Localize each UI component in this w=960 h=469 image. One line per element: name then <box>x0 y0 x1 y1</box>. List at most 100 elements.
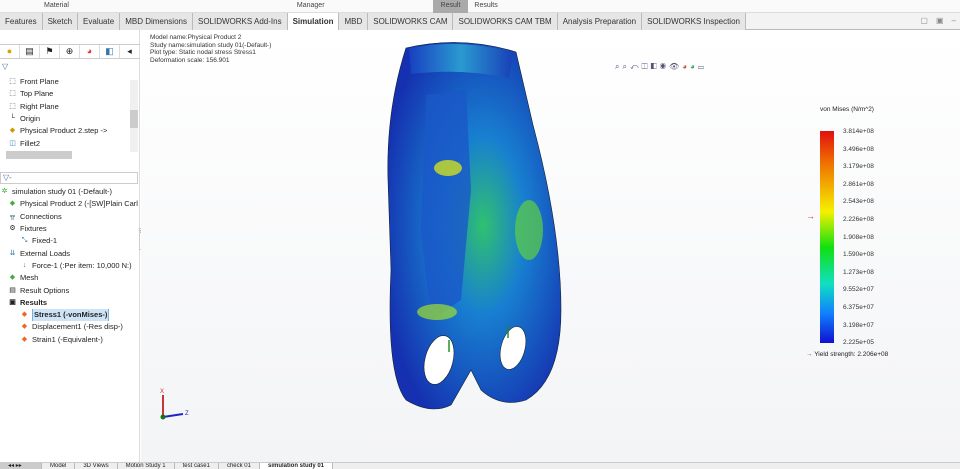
plot-icon: ◆ <box>21 311 28 319</box>
legend-tick-label: 2.225e+05 <box>843 339 874 347</box>
tab-cam-tbm[interactable]: SOLIDWORKS CAM TBM <box>453 13 558 30</box>
tile-icon[interactable]: ▢ <box>920 16 928 25</box>
hide-show-icon[interactable]: 👁 <box>669 62 682 71</box>
plot-info: Model name:Physical Product 2 Study name… <box>150 34 271 64</box>
scroll-left-icon[interactable]: ◂ <box>120 45 140 58</box>
result-button[interactable]: Result <box>432 0 469 13</box>
part-icon: ◆ <box>9 127 16 135</box>
tab-features[interactable]: Features <box>0 13 43 30</box>
fixed-icon: ⤡ <box>21 237 28 245</box>
result-strain1[interactable]: ◆ Strain1 (-Equivalent-) <box>0 334 140 346</box>
tab-check[interactable]: check 01 <box>219 463 260 469</box>
bottom-tabs: ◂◂ ▸▸ Model 3D Views Motion Study 1 test… <box>0 462 960 469</box>
legend-tick-label: 2.226e+08 <box>843 216 874 223</box>
feature-manager-icon[interactable]: ● <box>0 45 20 58</box>
property-manager-icon[interactable]: ▤ <box>20 45 40 58</box>
force-icon: ↓ <box>22 261 27 269</box>
zoom-area-icon[interactable]: ⌕ <box>622 62 629 71</box>
tab-scroll-buttons[interactable]: ◂◂ ▸▸ <box>0 463 42 469</box>
sim-fixed-1[interactable]: ⤡ Fixed-1 <box>0 235 140 247</box>
result-options-icon: ▤ <box>9 286 16 294</box>
command-tabs: Features Sketch Evaluate MBD Dimensions … <box>0 13 960 30</box>
plot-icon: ◆ <box>21 335 28 343</box>
appearance-icon[interactable]: ◕ <box>682 62 690 71</box>
plot-icon: ◆ <box>21 323 28 331</box>
section-view-icon[interactable]: ◫ <box>642 62 651 71</box>
sim-part[interactable]: ◆ Physical Product 2 (-[SW]Plain Carl <box>0 198 140 210</box>
tab-3d-views[interactable]: 3D Views <box>75 463 118 469</box>
simulation-manager-icon[interactable]: ◧ <box>100 45 120 58</box>
tree-front-plane[interactable]: ⬚ Front Plane <box>8 76 148 88</box>
display-manager-icon[interactable]: ◕ <box>80 45 100 58</box>
legend-tick-label: 1.590e+08 <box>843 251 874 259</box>
sim-results[interactable]: ▣ Results <box>0 297 140 309</box>
tab-cam[interactable]: SOLIDWORKS CAM <box>368 13 454 30</box>
tab-addins[interactable]: SOLIDWORKS Add-Ins <box>192 13 288 30</box>
results-folder-icon: ▣ <box>9 298 16 306</box>
tab-sketch[interactable]: Sketch <box>42 13 79 30</box>
sim-result-options[interactable]: ▤ Result Options <box>0 284 140 296</box>
display-style-icon[interactable]: ◉ <box>660 62 669 71</box>
tree-right-plane[interactable]: ⬚ Right Plane <box>8 101 148 113</box>
tab-simulation-study[interactable]: simulation study 01 <box>259 463 333 469</box>
result-displacement1[interactable]: ◆ Displacement1 (-Res disp-) <box>0 321 140 333</box>
yield-strength: → Yield strength: 2.206e+08 <box>806 351 889 358</box>
tab-motion-study[interactable]: Motion Study 1 <box>118 463 175 469</box>
tab-simulation[interactable]: Simulation <box>287 13 340 30</box>
mesh-icon: ◆ <box>9 274 16 282</box>
sim-connections[interactable]: ╦ Connections <box>0 211 140 223</box>
sim-mesh[interactable]: ◆ Mesh <box>0 272 140 284</box>
result-stress1[interactable]: ◆ Stress1 (-vonMises-) <box>0 308 140 322</box>
plane-icon: ⬚ <box>9 90 16 98</box>
plane-icon: ⬚ <box>9 78 16 86</box>
sim-external-loads[interactable]: ⇊ External Loads <box>0 247 140 259</box>
tab-evaluate[interactable]: Evaluate <box>78 13 121 30</box>
legend-tick-label: 3.198e+07 <box>843 321 874 329</box>
simulation-tree: ✲ simulation study 01 (-Default-) ◆ Physic… <box>0 186 140 346</box>
previous-view-icon[interactable]: ↶ <box>630 62 642 71</box>
plane-icon: ⬚ <box>9 102 16 110</box>
configuration-manager-icon[interactable]: ⚑ <box>40 45 60 58</box>
sim-force-1[interactable]: ↓ Force-1 (:Per item: 10,000 N:) <box>0 260 140 272</box>
sim-study[interactable]: ✲ simulation study 01 (-Default-) <box>0 186 140 198</box>
command-manager-strip: Material Manager Result Results <box>0 0 960 13</box>
legend-tick-label: 3.496e+08 <box>843 145 874 153</box>
legend-tick-label: 2.543e+08 <box>843 198 874 206</box>
fillet-icon: ◫ <box>9 139 16 147</box>
material-label[interactable]: Material <box>44 0 69 12</box>
manager-label[interactable]: Manager <box>297 0 325 12</box>
filter-icon[interactable]: ▽ <box>0 62 8 71</box>
legend-tick-label: 6.375e+07 <box>843 304 874 311</box>
panel-icon[interactable]: ▣ <box>936 16 944 25</box>
part-icon: ◆ <box>9 200 16 208</box>
heads-up-view-toolbar[interactable]: ⌕⌕↶◫◧◉👁◕◕▭ <box>615 62 707 72</box>
tab-model[interactable]: Model <box>42 463 76 469</box>
tab-test-case[interactable]: test case1 <box>175 463 219 469</box>
legend-tick-label: 3.814e+08 <box>843 128 874 135</box>
view-orientation-icon[interactable]: ◧ <box>651 62 660 71</box>
feature-manager-panel: ● ▤ ⚑ ⊕ ◕ ◧ ◂ ▽ ⬚ Front Plane ⬚ Top Plane … <box>0 30 145 462</box>
results-button[interactable]: Results <box>474 0 497 12</box>
dimxpert-icon[interactable]: ⊕ <box>60 45 80 58</box>
deformation-scale: Deformation scale: 156.901 <box>150 56 230 64</box>
tree-vertical-scrollbar[interactable] <box>130 80 138 152</box>
origin-icon: └ <box>10 115 15 123</box>
graphics-area[interactable]: ⌕⌕↶◫◧◉👁◕◕▭ X Z <box>141 30 960 462</box>
legend-tick-label: 2.861e+08 <box>843 180 874 188</box>
tab-mbd[interactable]: MBD <box>339 13 369 30</box>
tree-origin[interactable]: └ Origin <box>8 113 148 125</box>
yield-arrow-icon: → <box>806 211 815 221</box>
minimize-icon[interactable]: – <box>952 16 956 25</box>
tab-mbd-dimensions[interactable]: MBD Dimensions <box>120 13 193 30</box>
sim-fixtures[interactable]: ⚙ Fixtures <box>0 223 140 235</box>
scene-icon[interactable]: ◕ <box>690 62 698 71</box>
tree-fillet2[interactable]: ◫ Fillet2 <box>8 137 148 149</box>
tree-horizontal-scrollbar[interactable] <box>6 151 72 159</box>
sim-filter-icon[interactable]: ▽- <box>0 172 138 184</box>
tab-inspection[interactable]: SOLIDWORKS Inspection <box>642 13 746 30</box>
tree-top-plane[interactable]: ⬚ Top Plane <box>8 88 148 100</box>
connections-icon: ╦ <box>10 212 15 220</box>
view-settings-icon[interactable]: ▭ <box>698 62 707 71</box>
tab-analysis-preparation[interactable]: Analysis Preparation <box>557 13 643 30</box>
tree-physical-product[interactable]: ◆ Physical Product 2.step -> <box>8 125 148 137</box>
